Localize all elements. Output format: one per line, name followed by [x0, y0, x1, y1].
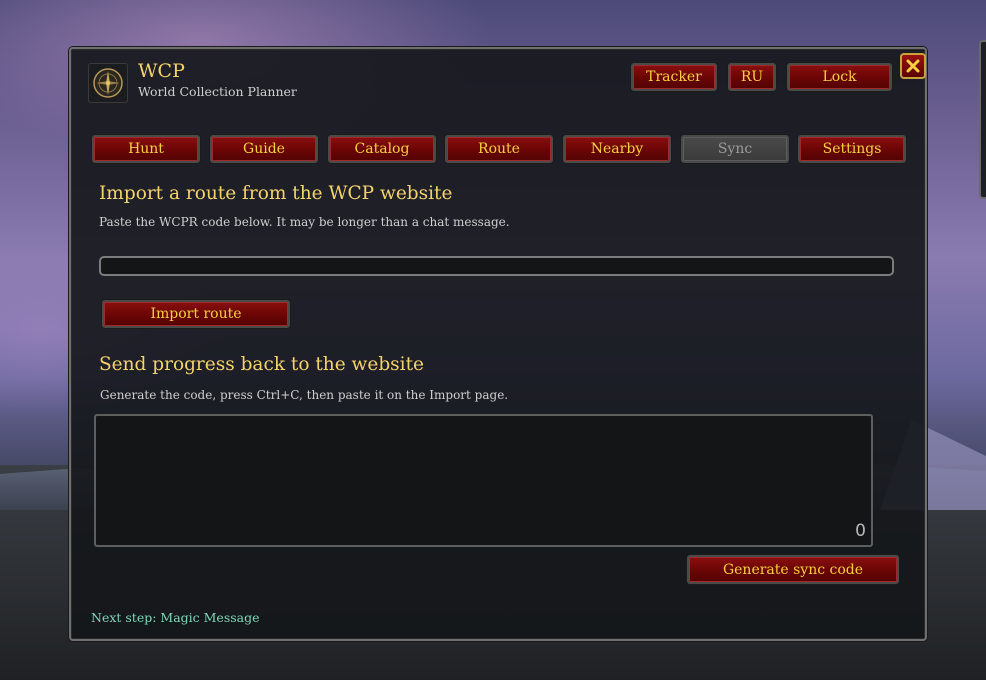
tab-hunt[interactable]: Hunt: [92, 135, 200, 163]
tab-catalog[interactable]: Catalog: [328, 135, 436, 163]
import-heading: Import a route from the WCP website: [99, 183, 453, 204]
import-route-button[interactable]: Import route: [102, 300, 290, 328]
tab-sync[interactable]: Sync: [681, 135, 789, 163]
compass-emblem-icon: [88, 63, 128, 103]
route-code-input[interactable]: [99, 256, 894, 276]
tracker-button[interactable]: Tracker: [631, 63, 717, 91]
export-description: Generate the code, press Ctrl+C, then pa…: [100, 388, 509, 402]
next-step-hint[interactable]: Next step: Magic Message: [91, 610, 260, 625]
character-count: 0: [855, 521, 866, 541]
generate-sync-code-button[interactable]: Generate sync code: [687, 555, 899, 584]
import-description: Paste the WCPR code below. It may be lon…: [99, 215, 510, 229]
close-icon: [906, 59, 920, 73]
close-button[interactable]: [900, 53, 926, 79]
tab-nearby[interactable]: Nearby: [563, 135, 671, 163]
side-panel-edge: [979, 40, 986, 199]
app-subtitle: World Collection Planner: [138, 84, 297, 99]
tab-settings[interactable]: Settings: [798, 135, 906, 163]
sync-code-textarea[interactable]: 0: [94, 414, 873, 547]
language-button[interactable]: RU: [728, 63, 776, 91]
tab-route[interactable]: Route: [445, 135, 553, 163]
app-title: WCP: [138, 60, 185, 82]
export-heading: Send progress back to the website: [99, 354, 424, 375]
wcp-window: WCP World Collection Planner Tracker RU …: [69, 47, 927, 641]
lock-button[interactable]: Lock: [787, 63, 892, 91]
tab-guide[interactable]: Guide: [210, 135, 318, 163]
